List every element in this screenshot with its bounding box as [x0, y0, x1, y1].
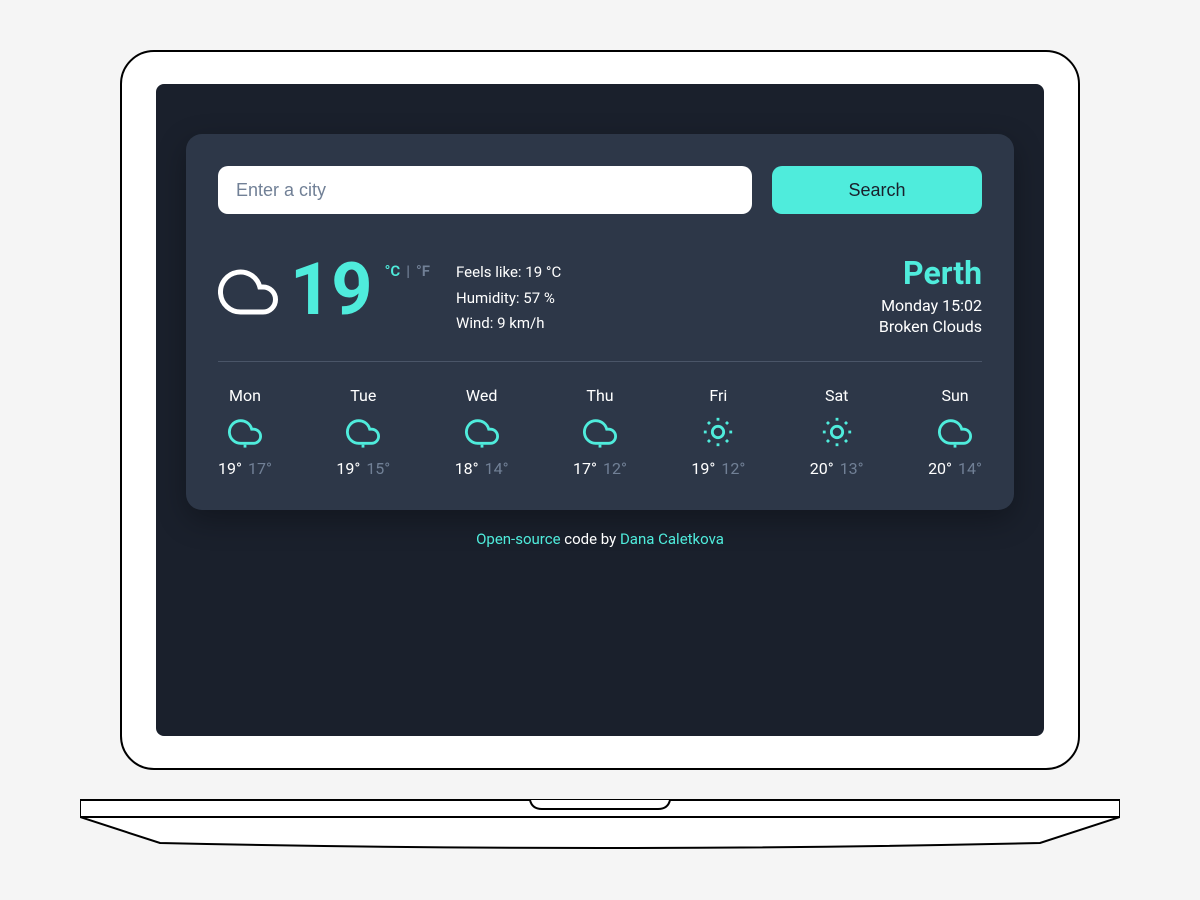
current-temperature: 19 — [290, 254, 373, 326]
forecast-day-label: Mon — [229, 386, 261, 405]
weather-condition: Broken Clouds — [879, 317, 982, 336]
forecast-high: 18° — [455, 459, 479, 478]
rain-icon — [346, 415, 380, 449]
forecast-high: 19° — [336, 459, 360, 478]
date-time: Monday 15:02 — [879, 296, 982, 315]
rain-icon — [583, 415, 617, 449]
rain-icon — [465, 415, 499, 449]
forecast-day-label: Wed — [466, 386, 497, 405]
forecast-day-label: Thu — [586, 386, 613, 405]
sun-icon — [701, 415, 735, 449]
forecast-high: 19° — [218, 459, 242, 478]
current-left: 19 °C | °F Feels like: 19 °C Humidity: 5… — [218, 254, 561, 337]
unit-divider: | — [406, 262, 410, 280]
forecast-low: 14° — [485, 459, 509, 478]
current-details: Feels like: 19 °C Humidity: 57 % Wind: 9… — [456, 260, 561, 337]
unit-fahrenheit[interactable]: °F — [416, 262, 430, 280]
forecast-temps: 20° 13° — [810, 459, 864, 478]
city-name: Perth — [879, 254, 982, 292]
forecast-temps: 20° 14° — [928, 459, 982, 478]
footer-mid: code by — [561, 530, 620, 548]
city-search-input[interactable] — [218, 166, 752, 214]
search-button[interactable]: Search — [772, 166, 982, 214]
forecast-high: 20° — [810, 459, 834, 478]
forecast-high: 17° — [573, 459, 597, 478]
weather-card: Search 19 °C | °F — [186, 134, 1014, 510]
forecast-day: Wed 18° 14° — [455, 386, 509, 478]
forecast-day: Fri 19° 12° — [691, 386, 745, 478]
sun-icon — [820, 415, 854, 449]
forecast-row: Mon 19° 17° Tue 19° 15° Wed 18° 14° Thu 17° 12° Fri 1… — [218, 386, 982, 478]
current-right: Perth Monday 15:02 Broken Clouds — [879, 254, 982, 336]
forecast-temps: 19° 12° — [691, 459, 745, 478]
footer: Open-source code by Dana Caletkova — [186, 530, 1014, 548]
forecast-low: 17° — [248, 459, 272, 478]
forecast-low: 15° — [366, 459, 390, 478]
forecast-low: 13° — [840, 459, 864, 478]
forecast-low: 12° — [603, 459, 627, 478]
forecast-low: 12° — [721, 459, 745, 478]
forecast-day: Thu 17° 12° — [573, 386, 627, 478]
forecast-temps: 17° 12° — [573, 459, 627, 478]
forecast-day-label: Sun — [941, 386, 968, 405]
wind: Wind: 9 km/h — [456, 311, 561, 337]
feels-like: Feels like: 19 °C — [456, 260, 561, 286]
humidity: Humidity: 57 % — [456, 286, 561, 312]
rain-icon — [938, 415, 972, 449]
current-weather-row: 19 °C | °F Feels like: 19 °C Humidity: 5… — [218, 254, 982, 362]
laptop-base — [80, 795, 1120, 850]
forecast-temps: 19° 15° — [336, 459, 390, 478]
unit-toggle: °C | °F — [385, 262, 430, 280]
forecast-temps: 19° 17° — [218, 459, 272, 478]
forecast-day: Tue 19° 15° — [336, 386, 390, 478]
forecast-high: 20° — [928, 459, 952, 478]
unit-celsius[interactable]: °C — [385, 262, 401, 280]
forecast-day-label: Sat — [825, 386, 848, 405]
forecast-day: Mon 19° 17° — [218, 386, 272, 478]
open-source-link[interactable]: Open-source — [476, 530, 560, 548]
forecast-day-label: Tue — [350, 386, 376, 405]
forecast-high: 19° — [691, 459, 715, 478]
forecast-day-label: Fri — [709, 386, 727, 405]
forecast-temps: 18° 14° — [455, 459, 509, 478]
laptop-bezel: Search 19 °C | °F — [120, 50, 1080, 770]
author-link[interactable]: Dana Caletkova — [620, 530, 724, 548]
forecast-low: 14° — [958, 459, 982, 478]
cloud-icon — [218, 262, 278, 322]
forecast-day: Sat 20° 13° — [810, 386, 864, 478]
laptop-frame: Search 19 °C | °F — [120, 50, 1080, 810]
search-row: Search — [218, 166, 982, 214]
app-screen: Search 19 °C | °F — [156, 84, 1044, 736]
rain-icon — [228, 415, 262, 449]
forecast-day: Sun 20° 14° — [928, 386, 982, 478]
